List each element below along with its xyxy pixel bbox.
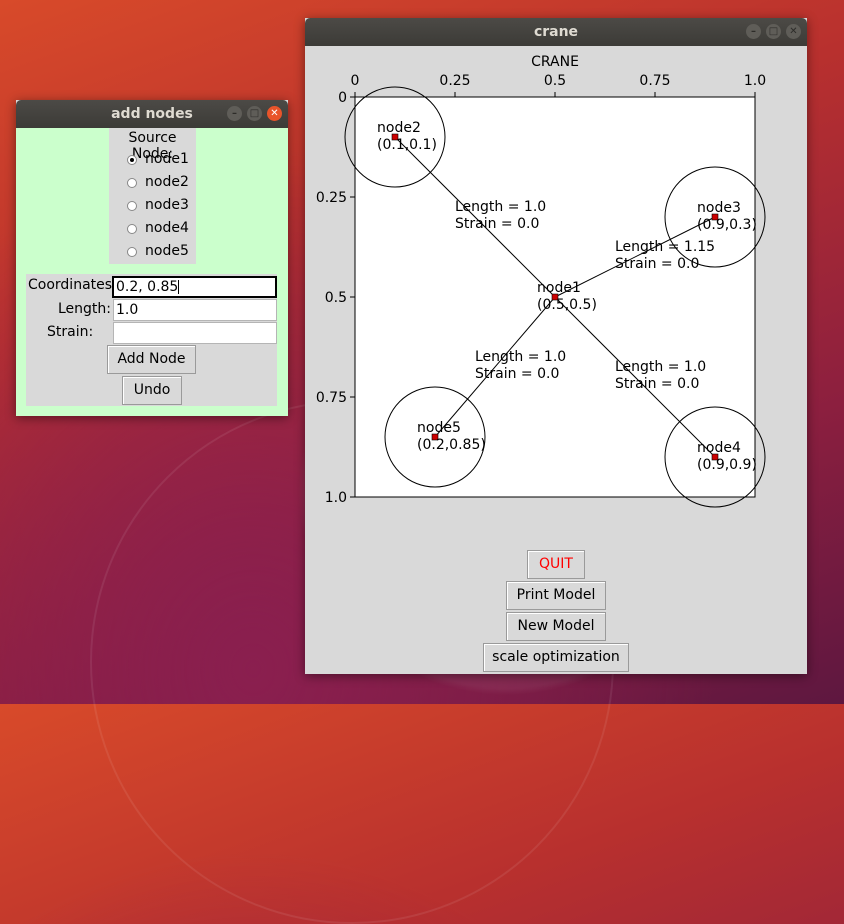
coordinates-value: 0.2, 0.85 xyxy=(116,279,179,295)
coordinates-label: Coordinates: xyxy=(28,277,117,293)
length-label: Length: xyxy=(58,301,112,317)
radio-label: node4 xyxy=(145,220,189,236)
crane-window: crane – □ ✕ CRANE 0 0.25 0.5 0.75 1.0 0 0.25 0.… xyxy=(305,18,807,674)
length-value: 1.0 xyxy=(116,302,139,318)
node-label: node3 xyxy=(697,200,741,216)
maximize-icon[interactable]: □ xyxy=(247,106,262,121)
edge-strain-label: Strain = 0.0 xyxy=(475,366,559,382)
add-nodes-window: add nodes – □ ✕ Source Node: node1 node2… xyxy=(16,100,288,416)
node-label: node4 xyxy=(697,440,741,456)
plot-title: CRANE xyxy=(531,54,579,70)
y-tick-label: 1.0 xyxy=(325,490,347,506)
maximize-icon[interactable]: □ xyxy=(766,24,781,39)
text-cursor xyxy=(178,280,180,294)
radio-icon[interactable] xyxy=(127,201,137,211)
node-coord-label: (0.9,0.3) xyxy=(697,217,757,233)
length-input[interactable]: 1.0 xyxy=(113,299,277,321)
y-tick-label: 0.25 xyxy=(316,190,347,206)
radio-selected-icon[interactable] xyxy=(127,155,137,165)
crane-titlebar[interactable]: crane – □ ✕ xyxy=(305,18,807,46)
minimize-icon[interactable]: – xyxy=(227,106,242,121)
edge-length-label: Length = 1.0 xyxy=(455,199,546,215)
add-node-button[interactable]: Add Node xyxy=(107,345,196,374)
node-coord-label: (0.1,0.1) xyxy=(377,137,437,153)
source-node-group: Source Node: node1 node2 node3 node4 nod… xyxy=(109,128,196,264)
minimize-icon[interactable]: – xyxy=(746,24,761,39)
close-icon[interactable]: ✕ xyxy=(786,24,801,39)
new-model-button[interactable]: New Model xyxy=(506,612,606,641)
node-label: node2 xyxy=(377,120,421,136)
y-tick-label: 0 xyxy=(338,90,347,106)
node-coord-label: (0.2,0.85) xyxy=(417,437,486,453)
scale-optimization-button[interactable]: scale optimization xyxy=(483,643,629,672)
edge-length-label: Length = 1.0 xyxy=(475,349,566,365)
edge-strain-label: Strain = 0.0 xyxy=(455,216,539,232)
crane-content: CRANE 0 0.25 0.5 0.75 1.0 0 0.25 0.5 0.75 1.0 Leng… xyxy=(305,46,807,674)
radio-label: node3 xyxy=(145,197,189,213)
x-tick-label: 0 xyxy=(351,73,360,89)
radio-icon[interactable] xyxy=(127,224,137,234)
y-tick-label: 0.75 xyxy=(316,390,347,406)
y-tick-label: 0.5 xyxy=(325,290,347,306)
edge-length-label: Length = 1.0 xyxy=(615,359,706,375)
print-model-button[interactable]: Print Model xyxy=(506,581,606,610)
x-tick-label: 0.75 xyxy=(639,73,670,89)
radio-label: node1 xyxy=(145,151,189,167)
radio-icon[interactable] xyxy=(127,178,137,188)
strain-label: Strain: xyxy=(47,324,94,340)
quit-button[interactable]: QUIT xyxy=(527,550,585,579)
edge-strain-label: Strain = 0.0 xyxy=(615,376,699,392)
crane-window-title: crane xyxy=(533,24,579,40)
node-label: node1 xyxy=(537,280,581,296)
x-tick-label: 0.5 xyxy=(544,73,566,89)
node-label: node5 xyxy=(417,420,461,436)
edge-length-label: Length = 1.15 xyxy=(615,239,715,255)
coordinates-input[interactable]: 0.2, 0.85 xyxy=(112,276,277,298)
radio-label: node2 xyxy=(145,174,189,190)
node-form: Coordinates: 0.2, 0.85 Length: 1.0 Strai… xyxy=(26,274,277,406)
strain-input[interactable] xyxy=(113,322,277,344)
add-nodes-content: Source Node: node1 node2 node3 node4 nod… xyxy=(16,128,288,416)
node-coord-label: (0.5,0.5) xyxy=(537,297,597,313)
close-icon[interactable]: ✕ xyxy=(267,106,282,121)
add-nodes-window-title: add nodes xyxy=(111,106,193,122)
undo-button[interactable]: Undo xyxy=(122,376,182,405)
radio-icon[interactable] xyxy=(127,247,137,257)
node-coord-label: (0.9,0.9) xyxy=(697,457,757,473)
radio-label: node5 xyxy=(145,243,189,259)
x-tick-label: 0.25 xyxy=(439,73,470,89)
add-nodes-titlebar[interactable]: add nodes – □ ✕ xyxy=(16,100,288,128)
x-tick-label: 1.0 xyxy=(744,73,766,89)
crane-plot: CRANE 0 0.25 0.5 0.75 1.0 0 0.25 0.5 0.75 1.0 Leng… xyxy=(316,54,766,508)
